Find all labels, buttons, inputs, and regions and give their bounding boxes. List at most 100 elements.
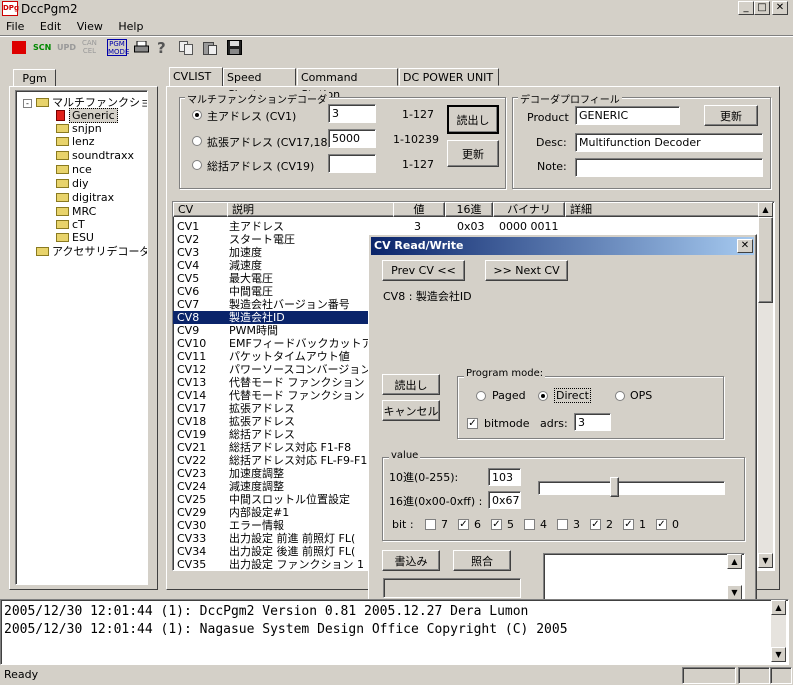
- table-row[interactable]: CV34 出力設定 後進 前照灯 FL(: [173, 545, 371, 558]
- header-description[interactable]: 説明: [227, 202, 397, 217]
- pgm-mode-button[interactable]: PGM MODE: [107, 39, 129, 56]
- scan-button[interactable]: SCN: [33, 43, 51, 52]
- tree-item-digitrax[interactable]: digitrax: [56, 191, 114, 204]
- menu-file[interactable]: File: [6, 20, 24, 33]
- prev-cv-button[interactable]: Prev CV <<: [382, 260, 465, 281]
- table-row[interactable]: CV21 総括アドレス対応 F1-F8: [173, 441, 371, 454]
- table-row[interactable]: CV7 製造会社バージョン番号: [173, 298, 371, 311]
- primary-address-input[interactable]: 3: [328, 104, 376, 123]
- bit-checkbox[interactable]: [425, 519, 436, 530]
- scroll-up-icon[interactable]: ▲: [758, 202, 773, 217]
- header-detail[interactable]: 詳細: [565, 202, 771, 217]
- decimal-input[interactable]: 103: [488, 468, 521, 486]
- table-row[interactable]: CV10 EMFフィードバックカットアウト: [173, 337, 371, 350]
- tree-item-ct[interactable]: cT: [56, 218, 85, 231]
- maximize-button[interactable]: □: [754, 1, 770, 15]
- update-address-button[interactable]: 更新: [447, 140, 499, 167]
- tab-dc-power-unit[interactable]: DC POWER UNIT: [399, 68, 499, 86]
- table-row[interactable]: CV3 加速度: [173, 246, 371, 259]
- tree-item-diy[interactable]: diy: [56, 177, 89, 190]
- table-row[interactable]: CV8 製造会社ID: [173, 311, 371, 324]
- radio-extended-address[interactable]: [192, 136, 202, 146]
- paste-icon[interactable]: [203, 41, 218, 58]
- table-row[interactable]: CV2 スタート電圧: [173, 233, 371, 246]
- scroll-down-icon[interactable]: ▼: [758, 553, 773, 568]
- table-row[interactable]: CV12 パワーソースコンバージョン: [173, 363, 371, 376]
- radio-ops[interactable]: [615, 391, 625, 401]
- radio-paged[interactable]: [476, 391, 486, 401]
- header-value[interactable]: 値: [393, 202, 445, 217]
- desc-input[interactable]: Multifunction Decoder: [575, 133, 763, 152]
- log-scrollbar[interactable]: ▲ ▼: [771, 600, 786, 662]
- adrs-input[interactable]: 3: [574, 413, 611, 431]
- tree-view[interactable]: - マルチファンクションデコー Generic snjpn lenz sound…: [15, 90, 148, 585]
- bit-checkbox[interactable]: ✓: [491, 519, 502, 530]
- tree-item-soundtraxx[interactable]: soundtraxx: [56, 149, 134, 162]
- table-row[interactable]: CV23 加速度調整: [173, 467, 371, 480]
- stop-icon[interactable]: [12, 41, 26, 54]
- update-profile-button[interactable]: 更新: [704, 105, 758, 126]
- tab-speed-chart[interactable]: Speed Chart: [223, 68, 296, 101]
- header-cv[interactable]: CV: [173, 202, 231, 217]
- radio-direct[interactable]: [538, 391, 548, 401]
- message-scroll-down-icon[interactable]: ▼: [727, 585, 742, 600]
- dialog-message-area[interactable]: ▲ ▼: [543, 553, 745, 603]
- value-slider[interactable]: [538, 477, 726, 497]
- table-row[interactable]: CV18 拡張アドレス: [173, 415, 371, 428]
- log-scroll-up-icon[interactable]: ▲: [771, 600, 786, 615]
- write-button[interactable]: 書込み: [382, 550, 440, 571]
- menu-help[interactable]: Help: [118, 20, 143, 33]
- hex-input[interactable]: 0x67: [488, 491, 521, 509]
- verify-button[interactable]: 照合: [453, 550, 511, 571]
- dialog-cancel-button[interactable]: キャンセル: [382, 400, 440, 421]
- tree-item-nce[interactable]: nce: [56, 163, 92, 176]
- tree-accessory[interactable]: アクセサリデコーダ: [36, 245, 147, 258]
- header-binary[interactable]: バイナリ: [493, 202, 565, 217]
- table-row[interactable]: CV14 代替モード ファンクション F1-F: [173, 389, 371, 402]
- close-button[interactable]: ✕: [772, 1, 788, 15]
- print-icon[interactable]: [134, 40, 149, 54]
- tree-item-snjpn[interactable]: snjpn: [56, 122, 102, 135]
- radio-consist-address[interactable]: [192, 160, 202, 170]
- table-row[interactable]: CV9 PWM時間: [173, 324, 371, 337]
- table-row[interactable]: CV13 代替モード ファンクション F1-: [173, 376, 371, 389]
- tree-item-generic[interactable]: Generic: [56, 108, 118, 123]
- bit-checkbox[interactable]: ✓: [590, 519, 601, 530]
- dialog-read-button[interactable]: 読出し: [382, 374, 440, 395]
- consist-address-input[interactable]: [328, 154, 376, 173]
- table-row[interactable]: CV25 中間スロットル位置設定: [173, 493, 371, 506]
- tab-command-station[interactable]: Command Station: [297, 68, 398, 101]
- bit-checkbox[interactable]: ✓: [458, 519, 469, 530]
- log-area[interactable]: 2005/12/30 12:01:44 (1): DccPgm2 Version…: [0, 599, 789, 665]
- copy-icon[interactable]: [179, 41, 194, 58]
- table-row[interactable]: CV5 最大電圧: [173, 272, 371, 285]
- table-row[interactable]: CV22 総括アドレス対応 FL-F9-F1: [173, 454, 371, 467]
- tree-item-lenz[interactable]: lenz: [56, 135, 95, 148]
- help-icon[interactable]: ?: [157, 39, 166, 57]
- menu-view[interactable]: View: [77, 20, 103, 33]
- save-icon[interactable]: [227, 40, 242, 58]
- header-hex[interactable]: 16進: [445, 202, 493, 217]
- bitmode-checkbox[interactable]: ✓: [467, 418, 478, 429]
- next-cv-button[interactable]: >> Next CV: [485, 260, 568, 281]
- table-row[interactable]: CV4 減速度: [173, 259, 371, 272]
- update-button[interactable]: UPD: [57, 43, 76, 52]
- message-scroll-up-icon[interactable]: ▲: [727, 554, 742, 569]
- log-scroll-down-icon[interactable]: ▼: [771, 647, 786, 662]
- table-row[interactable]: CV33 出力設定 前進 前照灯 FL(: [173, 532, 371, 545]
- table-row[interactable]: CV11 パケットタイムアウト値: [173, 350, 371, 363]
- note-input[interactable]: [575, 158, 763, 177]
- bit-checkbox[interactable]: [557, 519, 568, 530]
- slider-thumb[interactable]: [610, 477, 619, 497]
- table-row[interactable]: CV35 出力設定 ファンクション 1: [173, 558, 371, 570]
- table-scrollbar[interactable]: ▲ ▼: [758, 202, 773, 568]
- scroll-thumb[interactable]: [758, 217, 773, 303]
- table-row[interactable]: CV29 内部設定#1: [173, 506, 371, 519]
- bit-checkbox[interactable]: ✓: [656, 519, 667, 530]
- tree-item-esu[interactable]: ESU: [56, 231, 94, 244]
- tree-item-mrc[interactable]: MRC: [56, 205, 96, 218]
- bit-checkbox[interactable]: [524, 519, 535, 530]
- dialog-close-button[interactable]: ✕: [737, 239, 753, 253]
- table-row[interactable]: CV19 総括アドレス: [173, 428, 371, 441]
- left-tab[interactable]: Pgm: [13, 69, 56, 87]
